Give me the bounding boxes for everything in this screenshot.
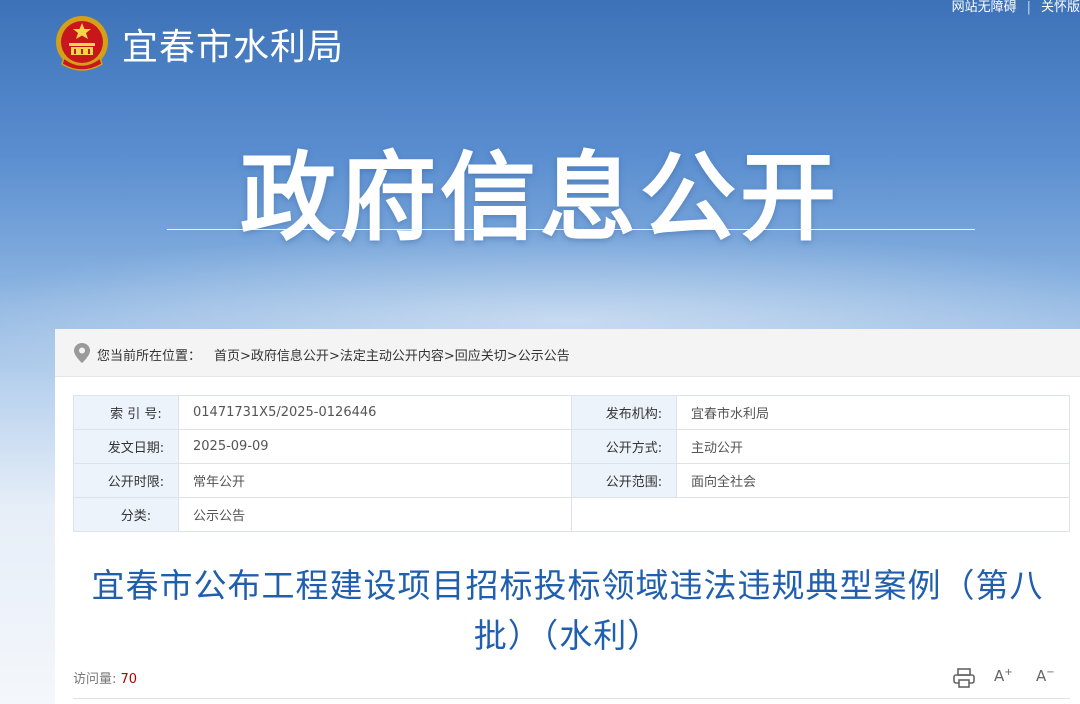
care-mode-link[interactable]: 关怀版 bbox=[1041, 0, 1080, 15]
visits-count: 70 bbox=[120, 672, 138, 687]
index-no-label: 索 引 号: bbox=[73, 395, 179, 430]
accessibility-link[interactable]: 网站无障碍 bbox=[952, 0, 1017, 15]
top-links-separator: | bbox=[1026, 0, 1031, 15]
content-panel: 您当前所在位置： 首页>政府信息公开>法定主动公开内容>回应关切>公示公告 索 … bbox=[55, 329, 1080, 704]
date-value: 2025-09-09 bbox=[178, 429, 572, 464]
font-increase-icon[interactable]: A+ bbox=[994, 667, 1018, 689]
breadcrumb-announcements[interactable]: 公示公告 bbox=[518, 349, 570, 364]
breadcrumb-label: 您当前所在位置： bbox=[97, 349, 202, 364]
breadcrumb-response[interactable]: 回应关切 bbox=[455, 349, 507, 364]
breadcrumb-separator: > bbox=[506, 349, 518, 364]
table-row: 发文日期: 2025-09-09 公开方式: 主动公开 bbox=[73, 429, 1070, 464]
site-name[interactable]: 宜春市水利局 bbox=[122, 18, 344, 70]
category-value: 公示公告 bbox=[178, 497, 572, 532]
breadcrumb-separator: > bbox=[328, 349, 340, 364]
location-pin-icon bbox=[74, 343, 90, 363]
scope-value: 面向全社会 bbox=[676, 463, 1070, 498]
category-label: 分类: bbox=[73, 497, 179, 532]
table-row: 公开时限: 常年公开 公开范围: 面向全社会 bbox=[73, 463, 1070, 498]
breadcrumb-gov-info[interactable]: 政府信息公开 bbox=[251, 349, 329, 364]
table-row: 分类: 公示公告 bbox=[73, 497, 1070, 532]
font-decrease-icon[interactable]: A− bbox=[1036, 667, 1060, 689]
document-meta-table: 索 引 号: 01471731X5/2025-0126446 发布机构: 宜春市… bbox=[73, 395, 1070, 532]
method-value: 主动公开 bbox=[676, 429, 1070, 464]
period-label: 公开时限: bbox=[73, 463, 179, 498]
print-icon[interactable] bbox=[952, 667, 976, 689]
table-row: 索 引 号: 01471731X5/2025-0126446 发布机构: 宜春市… bbox=[73, 395, 1070, 430]
method-label: 公开方式: bbox=[571, 429, 677, 464]
scope-label: 公开范围: bbox=[571, 463, 677, 498]
national-emblem-icon[interactable] bbox=[54, 14, 110, 74]
breadcrumb: 您当前所在位置： 首页>政府信息公开>法定主动公开内容>回应关切>公示公告 bbox=[55, 329, 1080, 377]
breadcrumb-home[interactable]: 首页 bbox=[214, 349, 240, 364]
breadcrumb-links: 首页>政府信息公开>法定主动公开内容>回应关切>公示公告 bbox=[214, 345, 570, 364]
breadcrumb-separator: > bbox=[240, 349, 251, 364]
empty-cell bbox=[571, 497, 1070, 532]
visit-counter: 访问量: 70 bbox=[73, 668, 137, 687]
article-title: 宜春市公布工程建设项目招标投标领域违法违规典型案例（第八批）（水利） bbox=[91, 566, 1044, 655]
article-toolbar: A+ A− bbox=[952, 667, 1062, 689]
publisher-label: 发布机构: bbox=[571, 395, 677, 430]
date-label: 发文日期: bbox=[73, 429, 179, 464]
divider bbox=[73, 698, 1070, 699]
index-no-value: 01471731X5/2025-0126446 bbox=[178, 395, 572, 430]
top-links: 网站无障碍 | 关怀版 bbox=[952, 0, 1080, 15]
hero-divider bbox=[167, 229, 975, 230]
visits-label: 访问量: bbox=[73, 672, 117, 687]
hero-title: 政府信息公开 bbox=[240, 142, 840, 254]
publisher-value: 宜春市水利局 bbox=[676, 395, 1070, 430]
period-value: 常年公开 bbox=[178, 463, 572, 498]
breadcrumb-separator: > bbox=[443, 349, 455, 364]
breadcrumb-legal-content[interactable]: 法定主动公开内容 bbox=[340, 349, 444, 364]
